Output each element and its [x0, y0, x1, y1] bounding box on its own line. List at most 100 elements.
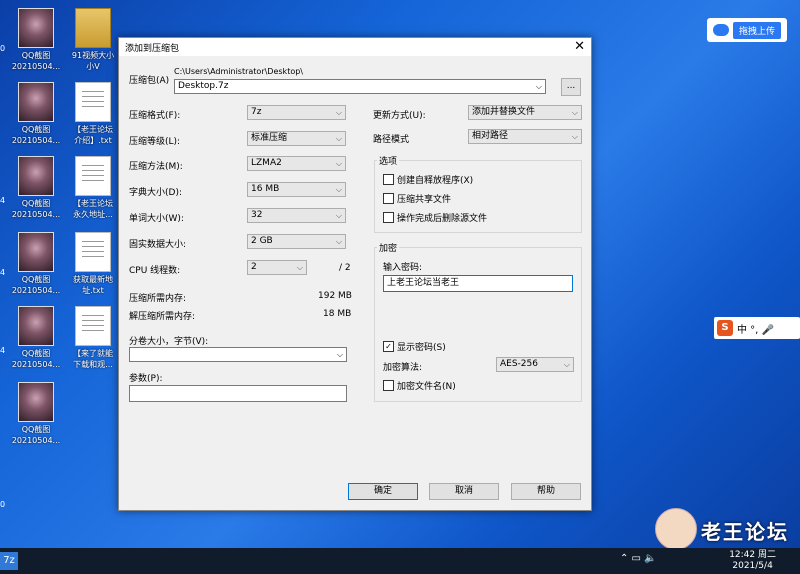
show-password-label: 显示密码(S): [397, 343, 446, 353]
image-thumbnail: [18, 232, 54, 272]
archive-name-value: Desktop.7z: [178, 81, 229, 91]
desktop-icon-txt-intro[interactable]: 【老王论坛 介绍】.txt: [62, 82, 124, 146]
chevron-down-icon: ⌵: [563, 360, 570, 369]
icon-label: 【老王论坛: [73, 125, 113, 134]
word-size-select[interactable]: 32 ⌵: [247, 208, 346, 223]
clock-time: 12:42 周二: [729, 550, 776, 560]
close-icon[interactable]: ✕: [574, 39, 585, 54]
checkbox-checked-icon[interactable]: ✓: [383, 341, 394, 352]
update-mode-select[interactable]: 添加并替换文件 ⌵: [468, 105, 582, 120]
password-input[interactable]: 上老王论坛当老王: [383, 275, 573, 292]
encrypt-names-label: 加密文件名(N): [397, 382, 456, 392]
chevron-down-icon[interactable]: ⌵: [337, 348, 343, 361]
desktop-icon-video-folder[interactable]: 91视频大小 小V: [62, 8, 124, 72]
cpu-threads-value: 2: [251, 262, 257, 272]
parameters-label: 参数(P):: [129, 374, 163, 384]
desktop-icon-txt-address[interactable]: 【老王论坛 永久地址...: [62, 156, 124, 220]
sfx-label: 创建自释放程序(X): [397, 176, 474, 186]
icon-label: 址.txt: [82, 286, 104, 295]
solid-size-select[interactable]: 2 GB ⌵: [247, 234, 346, 249]
split-volume-combobox[interactable]: ⌵: [129, 347, 347, 362]
chevron-down-icon[interactable]: ⌵: [536, 80, 542, 93]
level-value: 标准压缩: [251, 133, 288, 143]
drag-upload-button[interactable]: 拖拽上传: [732, 21, 781, 39]
checkbox-box[interactable]: [383, 193, 394, 204]
memory-decompress-value: 18 MB: [323, 309, 352, 319]
method-select[interactable]: LZMA2 ⌵: [247, 156, 346, 171]
icon-label: 20210504...: [11, 436, 61, 445]
desktop-icon-qq-1[interactable]: QQ截图 20210504...: [5, 8, 67, 72]
shared-files-checkbox[interactable]: 压缩共享文件: [383, 192, 451, 205]
checkbox-box[interactable]: [383, 212, 394, 223]
checkbox-box[interactable]: [383, 174, 394, 185]
cancel-button[interactable]: 取消: [429, 483, 499, 500]
checkbox-box[interactable]: [383, 380, 394, 391]
desktop-icon-qq-4[interactable]: QQ截图 20210504...: [5, 232, 67, 296]
brand-text: 老王论坛: [701, 520, 789, 544]
desktop-icon-qq-6[interactable]: QQ截图 20210504...: [5, 382, 67, 446]
icon-label: 【来了就能: [73, 349, 113, 358]
baidu-netdisk-widget[interactable]: 拖拽上传: [707, 18, 787, 42]
chevron-down-icon: ⌵: [335, 185, 342, 194]
desktop-icon-qq-5[interactable]: QQ截图 20210504...: [5, 306, 67, 370]
edge-label: 0: [0, 500, 6, 509]
encryption-method-select[interactable]: AES-256 ⌵: [496, 357, 574, 372]
cpu-threads-total: / 2: [339, 263, 351, 273]
icon-label: QQ截图: [21, 51, 51, 60]
dialog-titlebar[interactable]: 添加到压缩包 ✕: [119, 38, 591, 56]
folder-icon: [75, 8, 111, 48]
desktop-icon-qq-2[interactable]: QQ截图 20210504...: [5, 82, 67, 146]
system-tray[interactable]: ⌃ ▭ 🔈: [620, 553, 657, 564]
delete-after-checkbox[interactable]: 操作完成后删除源文件: [383, 211, 487, 224]
browse-button[interactable]: ...: [561, 78, 581, 96]
delete-after-label: 操作完成后删除源文件: [397, 214, 488, 224]
image-thumbnail: [18, 382, 54, 422]
desktop-icon-txt-latest[interactable]: 获取最新地 址.txt: [62, 232, 124, 296]
desktop-icon-qq-3[interactable]: QQ截图 20210504...: [5, 156, 67, 220]
word-size-label: 单词大小(W):: [129, 214, 184, 224]
dictionary-select[interactable]: 16 MB ⌵: [247, 182, 346, 197]
archive-name-combobox[interactable]: Desktop.7z ⌵: [174, 79, 546, 94]
level-select[interactable]: 标准压缩 ⌵: [247, 131, 346, 146]
update-mode-value: 添加并替换文件: [472, 107, 536, 117]
image-thumbnail: [18, 82, 54, 122]
sogou-s-icon: S: [717, 320, 733, 336]
path-mode-select[interactable]: 相对路径 ⌵: [468, 129, 582, 144]
edge-label: 0: [0, 44, 6, 53]
add-to-archive-dialog: 添加到压缩包 ✕ 压缩包(A) C:\Users\Administrator\D…: [118, 37, 592, 511]
path-mode-value: 相对路径: [472, 131, 509, 141]
chevron-down-icon: ⌵: [571, 132, 578, 141]
icon-label: 【老王论坛: [73, 199, 113, 208]
text-file-icon: [75, 306, 111, 346]
path-mode-label: 路径模式: [373, 135, 410, 145]
ime-mode-label[interactable]: 中 °, 🎤: [737, 321, 774, 336]
method-label: 压缩方法(M):: [129, 162, 183, 172]
parameters-input[interactable]: [129, 385, 347, 402]
icon-label: 下载和观...: [73, 360, 113, 369]
taskbar: 7z ⌃ ▭ 🔈 12:42 周二 2021/5/4: [0, 548, 800, 574]
desktop-icon-txt-download[interactable]: 【来了就能 下载和观...: [62, 306, 124, 370]
show-password-checkbox[interactable]: ✓ 显示密码(S): [383, 340, 446, 353]
encryption-method-value: AES-256: [500, 359, 538, 369]
7zip-taskbar-button[interactable]: 7z: [0, 552, 18, 570]
ok-button[interactable]: 确定: [348, 483, 418, 500]
dictionary-label: 字典大小(D):: [129, 188, 182, 198]
format-select[interactable]: 7z ⌵: [247, 105, 346, 120]
sfx-checkbox[interactable]: 创建自释放程序(X): [383, 173, 473, 186]
taskbar-clock[interactable]: 12:42 周二 2021/5/4: [729, 550, 776, 572]
encrypt-names-checkbox[interactable]: 加密文件名(N): [383, 379, 456, 392]
icon-label: 20210504...: [11, 136, 61, 145]
cpu-threads-select[interactable]: 2 ⌵: [247, 260, 307, 275]
tray-icons[interactable]: ⌃ ▭ 🔈: [620, 553, 657, 564]
chevron-down-icon: ⌵: [335, 237, 342, 246]
password-label: 输入密码:: [383, 263, 423, 273]
ime-toolbar[interactable]: S 中 °, 🎤: [714, 317, 800, 339]
icon-label: 20210504...: [11, 286, 61, 295]
level-label: 压缩等级(L):: [129, 137, 181, 147]
help-button[interactable]: 帮助: [511, 483, 581, 500]
brand-watermark: 老王论坛: [655, 508, 795, 550]
icon-label: 永久地址...: [73, 210, 113, 219]
edge-label: 4: [0, 268, 6, 277]
encryption-method-label: 加密算法:: [383, 363, 423, 373]
solid-size-value: 2 GB: [251, 236, 273, 246]
